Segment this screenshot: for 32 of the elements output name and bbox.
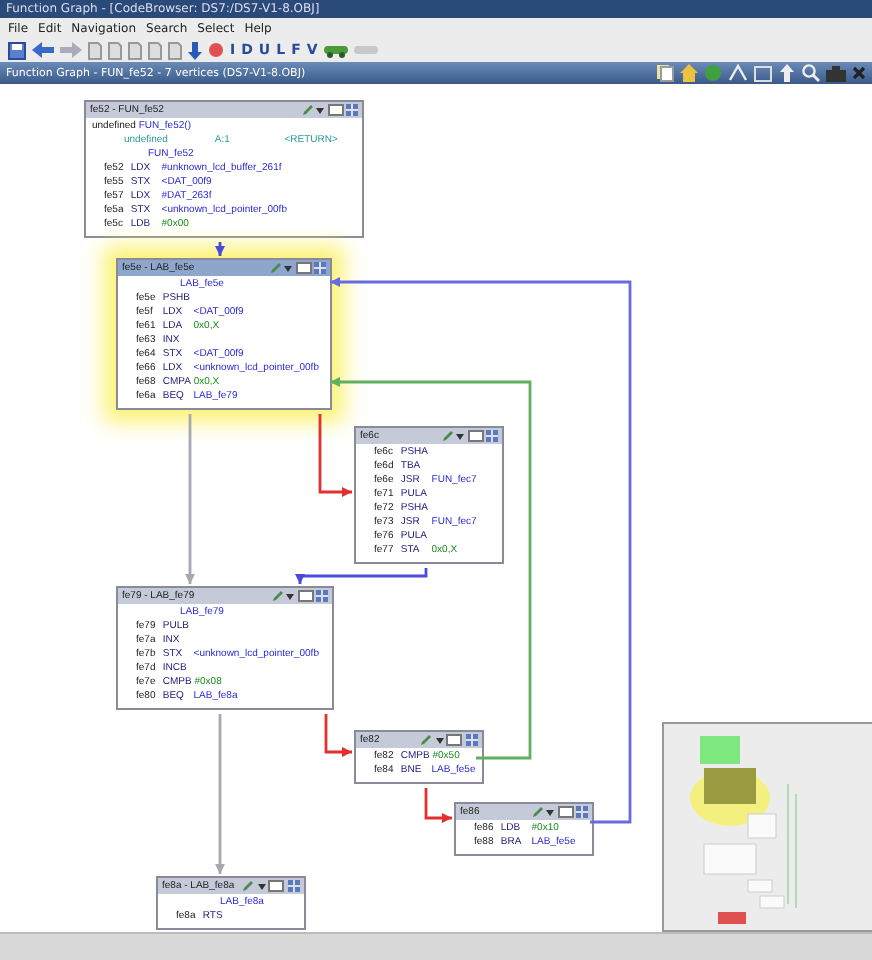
caret-icon[interactable] <box>316 107 324 113</box>
grid-icon[interactable] <box>486 430 498 442</box>
down-arrow-icon[interactable] <box>188 41 202 59</box>
search-icon[interactable] <box>802 64 820 82</box>
navigate-icon[interactable] <box>778 64 796 82</box>
window-icon[interactable] <box>446 734 463 746</box>
window-icon[interactable] <box>467 430 483 442</box>
grid-icon[interactable] <box>576 806 588 818</box>
forward-arrow-icon[interactable] <box>60 42 82 58</box>
home-icon[interactable] <box>680 64 698 82</box>
grid-icon[interactable] <box>316 590 328 602</box>
caret-icon[interactable] <box>435 737 444 743</box>
grid-icon[interactable] <box>465 734 478 746</box>
window-icon[interactable] <box>268 880 285 892</box>
window-icon[interactable] <box>297 590 313 602</box>
window-icon[interactable] <box>327 104 343 116</box>
grid-icon[interactable] <box>287 880 300 892</box>
window-icon[interactable] <box>295 262 311 274</box>
caret-icon[interactable] <box>456 433 464 439</box>
grid-icon[interactable] <box>314 262 326 274</box>
grid-icon[interactable] <box>346 104 358 116</box>
copy-icon[interactable] <box>656 64 674 82</box>
graph-overview-drawing[interactable] <box>662 722 872 932</box>
stop-icon[interactable] <box>208 42 224 58</box>
close-icon[interactable] <box>852 66 866 80</box>
caret-icon[interactable] <box>286 593 294 599</box>
window-icon[interactable] <box>557 806 573 818</box>
caret-icon[interactable] <box>284 265 292 271</box>
caret-icon[interactable] <box>257 883 266 889</box>
caret-icon[interactable] <box>546 809 554 815</box>
back-arrow-icon[interactable] <box>32 42 54 58</box>
save-icon[interactable] <box>8 41 26 59</box>
